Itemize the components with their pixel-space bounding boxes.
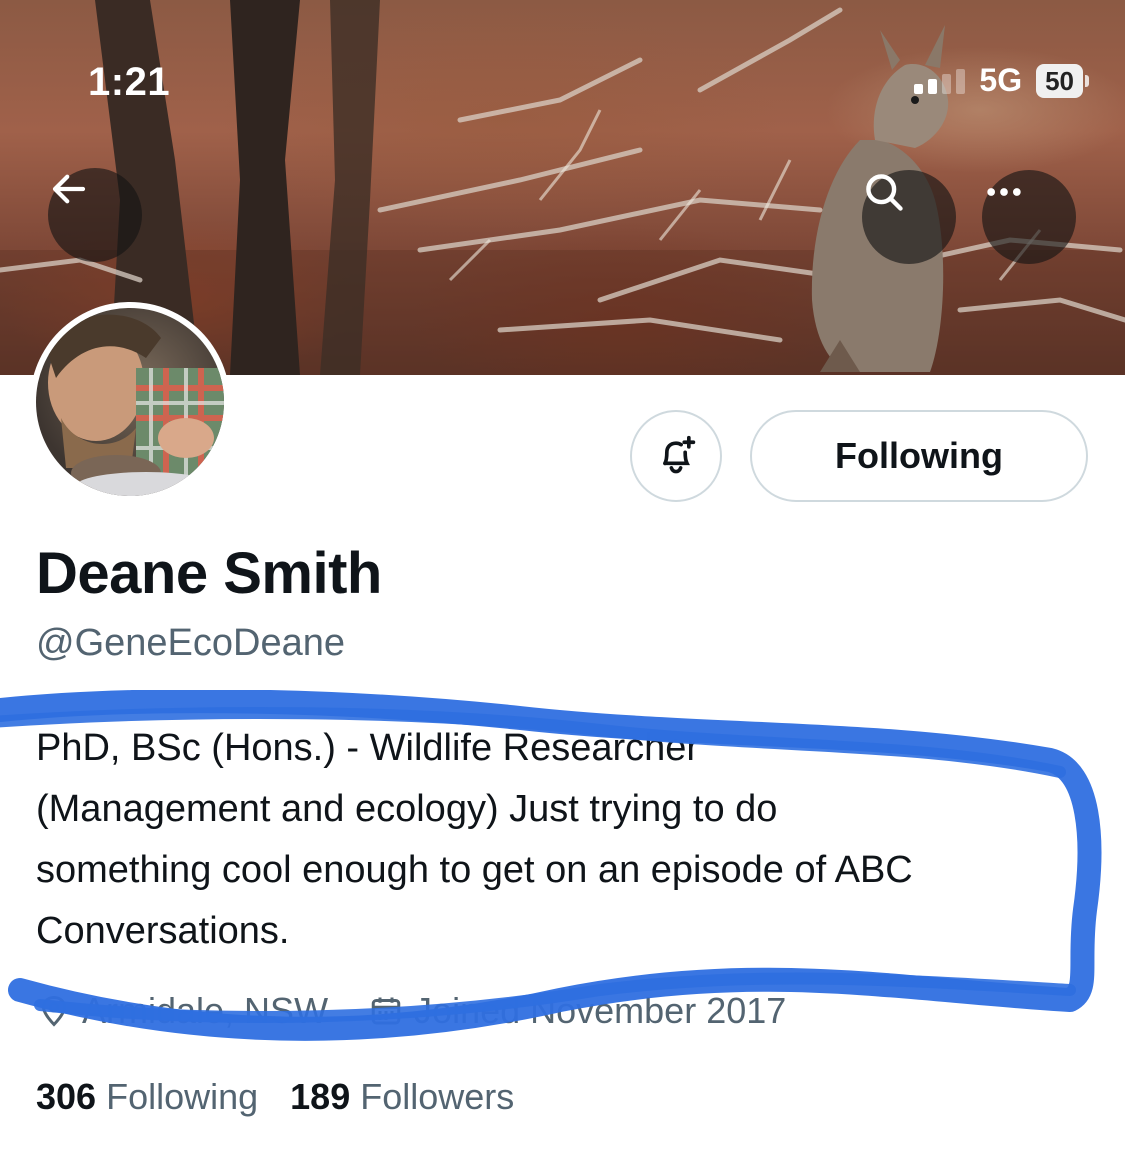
network-label: 5G: [979, 62, 1023, 98]
calendar-icon: [371, 997, 401, 1025]
back-button[interactable]: [48, 168, 142, 262]
location: Armidale, NSW: [36, 990, 328, 1032]
status-time: 1:21: [88, 60, 171, 104]
bio-line: (Management and ecology) Just trying to …: [36, 788, 778, 830]
profile-meta: Armidale, NSW Joined November 2017: [36, 990, 816, 1032]
avatar-photo: [36, 308, 224, 496]
bio-line: Conversations.: [36, 910, 290, 952]
location-pin-icon: [41, 995, 67, 1027]
bio: PhD, BSc (Hons.) - Wildlife Researcher (…: [36, 718, 1096, 962]
follow-counts: 306 Following 189 Followers: [36, 1076, 514, 1118]
bell-plus-icon: [663, 435, 696, 474]
bio-line: PhD, BSc (Hons.) - Wildlife Researcher: [36, 727, 700, 769]
search-button[interactable]: [862, 170, 956, 264]
more-icon: [987, 188, 1021, 196]
more-button[interactable]: [982, 170, 1076, 264]
following-link[interactable]: 306 Following: [36, 1076, 258, 1118]
signal-icon: [914, 68, 966, 94]
notify-button[interactable]: [630, 410, 722, 502]
battery-icon: 50: [1036, 63, 1089, 98]
followers-count: 189: [290, 1076, 351, 1117]
display-name: Deane Smith: [36, 541, 382, 606]
battery-level: 50: [1036, 63, 1083, 98]
handle: @GeneEcoDeane: [36, 622, 345, 664]
location-label: Armidale, NSW: [82, 990, 329, 1031]
join-date: Joined November 2017: [368, 990, 786, 1032]
arrow-left-icon: [52, 174, 86, 204]
search-icon: [866, 174, 903, 211]
followers-count-label: Followers: [360, 1076, 515, 1117]
bio-line: something cool enough to get on an episo…: [36, 849, 913, 891]
status-indicators: 5G 50: [914, 62, 1089, 99]
following-count: 306: [36, 1076, 97, 1117]
avatar[interactable]: [30, 302, 230, 502]
following-count-label: Following: [106, 1076, 259, 1117]
join-date-label: Joined November 2017: [414, 990, 787, 1031]
followers-link[interactable]: 189 Followers: [290, 1076, 514, 1118]
following-button[interactable]: Following: [750, 410, 1088, 502]
